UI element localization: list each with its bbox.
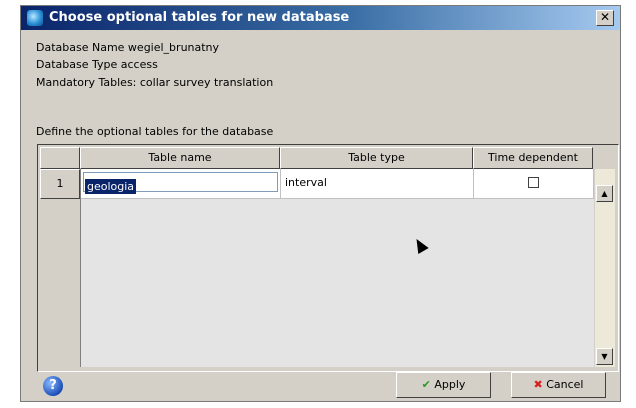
help-button[interactable]: ?: [43, 376, 63, 396]
checkmark-icon: ✔: [421, 378, 431, 391]
row-header-corner: [40, 147, 80, 169]
apply-label: Apply: [434, 378, 466, 391]
column-header-table-type[interactable]: Table type: [280, 147, 473, 169]
cancel-button[interactable]: ✖ Cancel: [511, 372, 606, 398]
row-number: 1: [40, 169, 80, 199]
define-tables-label: Define the optional tables for the datab…: [36, 125, 274, 138]
time-dependent-cell[interactable]: [474, 169, 594, 199]
cancel-label: Cancel: [546, 378, 584, 391]
mandatory-tables-label: Mandatory Tables: collar survey translat…: [36, 76, 274, 89]
database-name-label: Database Name wegiel_brunatny: [36, 41, 220, 54]
dialog-window: Choose optional tables for new database …: [20, 5, 621, 402]
close-button[interactable]: ✕: [596, 10, 614, 26]
table-name-value: geologia: [85, 179, 137, 194]
app-icon: [27, 10, 43, 26]
vertical-scrollbar[interactable]: ▲ ▼: [595, 169, 615, 367]
arrow-up-icon: ▲: [601, 189, 608, 198]
arrow-down-icon: ▼: [601, 352, 608, 361]
time-dependent-checkbox[interactable]: [528, 177, 539, 188]
apply-button[interactable]: ✔ Apply: [396, 372, 491, 398]
column-header-table-name[interactable]: Table name: [80, 147, 280, 169]
table-type-cell[interactable]: interval: [281, 169, 474, 199]
table-name-input[interactable]: geologia: [83, 172, 278, 194]
dialog-title: Choose optional tables for new database: [49, 10, 350, 25]
table-row-name-cell[interactable]: geologia: [81, 169, 281, 199]
title-bar[interactable]: Choose optional tables for new database …: [21, 6, 620, 30]
close-icon: ✕: [599, 10, 611, 24]
table-body: geologia interval: [80, 169, 594, 367]
cross-icon: ✖: [533, 378, 543, 391]
database-type-label: Database Type access: [36, 58, 158, 71]
optional-tables-grid: Table name Table type Time dependent 1 g…: [37, 144, 619, 372]
scroll-down-button[interactable]: ▼: [596, 348, 613, 365]
column-header-time-dependent[interactable]: Time dependent: [473, 147, 593, 169]
scroll-up-button[interactable]: ▲: [596, 185, 613, 202]
help-icon: ?: [49, 378, 57, 393]
